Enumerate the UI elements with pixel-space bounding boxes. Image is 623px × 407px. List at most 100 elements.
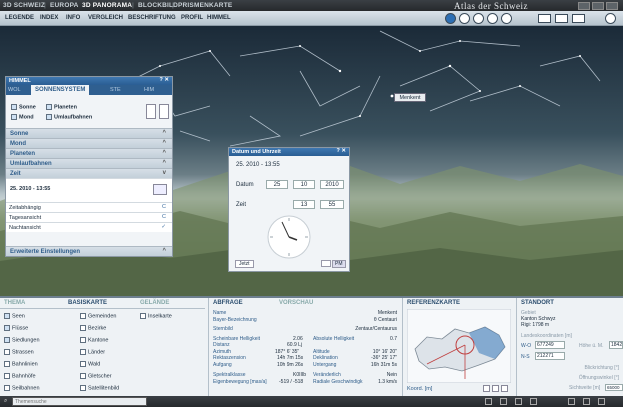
- tab-thema[interactable]: THEMA: [4, 300, 25, 306]
- print-icon[interactable]: [598, 398, 605, 405]
- menu-info[interactable]: INFO: [66, 15, 80, 21]
- calendar-icon[interactable]: [153, 184, 167, 195]
- landes-label: Landeskoordinaten [m]: [521, 333, 572, 339]
- check-wald[interactable]: Wald: [80, 361, 100, 367]
- menu-beschriftung[interactable]: BESCHRIFTUNG: [128, 15, 176, 21]
- section-zeit[interactable]: Zeit v: [6, 168, 172, 178]
- minimize-button[interactable]: [578, 2, 590, 10]
- minus-icon[interactable]: [492, 385, 499, 392]
- month-stepper[interactable]: 10: [293, 180, 315, 189]
- ns-field[interactable]: 212271: [535, 352, 565, 360]
- close-icon[interactable]: ? ✕: [337, 148, 347, 154]
- sicht-label: Sichtweite [m]: [569, 385, 601, 391]
- layout-icon[interactable]: [538, 14, 551, 23]
- year-stepper[interactable]: 2010: [320, 180, 344, 189]
- check-satellitenbild[interactable]: Satellitenbild: [80, 385, 119, 391]
- check-sonne[interactable]: Sonne: [11, 104, 36, 110]
- tab-prismenkarte[interactable]: PRISMENKARTE: [178, 2, 232, 9]
- menu-profil[interactable]: PROFIL: [181, 15, 203, 21]
- check-siedlungen[interactable]: Siedlungen: [4, 337, 40, 343]
- tab-himmel[interactable]: HIM: [144, 87, 154, 93]
- check-seen[interactable]: Seen: [4, 313, 25, 319]
- close-icon[interactable]: ? ✕: [160, 77, 170, 83]
- check-planeten[interactable]: Planeten: [46, 104, 77, 110]
- plus-icon[interactable]: [483, 385, 490, 392]
- datum-label: Datum: [236, 182, 254, 188]
- arrow-icon[interactable]: [159, 104, 169, 119]
- section-erweitert[interactable]: Erweiterte Einstellungen ^: [6, 246, 172, 256]
- section-sonne[interactable]: Sonne ^: [6, 128, 172, 138]
- hour-stepper[interactable]: 13: [293, 200, 315, 209]
- zoom-out-icon[interactable]: [473, 13, 484, 24]
- bookmark-icon[interactable]: [500, 398, 507, 405]
- ns-label: N-S: [521, 354, 530, 360]
- info-icon[interactable]: [583, 398, 590, 405]
- table-row: Bayer-Bezeichnung θ Centauri: [213, 316, 397, 323]
- home-icon[interactable]: [485, 398, 492, 405]
- reference-map[interactable]: [407, 309, 511, 383]
- export-icon[interactable]: [515, 398, 522, 405]
- check-inselkarte[interactable]: Inselkarte: [140, 313, 172, 319]
- minute-stepper[interactable]: 55: [320, 200, 344, 209]
- hoehe-field[interactable]: 1842: [609, 341, 623, 349]
- tab-gelaende[interactable]: GELÄNDE: [140, 300, 169, 306]
- row-zeitabhaengig[interactable]: Zeitabhängig C: [6, 202, 172, 212]
- check-bezirke[interactable]: Bezirke: [80, 325, 106, 331]
- row-nachtansicht[interactable]: Nachtansicht ✓: [6, 222, 172, 232]
- check-strassen[interactable]: Strassen: [4, 349, 34, 355]
- check-bahnhoefe[interactable]: Bahnhöfe: [4, 373, 36, 379]
- check-seilbahnen[interactable]: Seilbahnen: [4, 385, 40, 391]
- tab-vorschau[interactable]: VORSCHAU: [279, 300, 313, 306]
- check-mond[interactable]: Mond: [11, 114, 34, 120]
- jetzt-button[interactable]: Jetzt: [235, 260, 254, 268]
- check-umlaufbahnen[interactable]: Umlaufbahnen: [46, 114, 92, 120]
- check-gletscher[interactable]: Gletscher: [80, 373, 112, 379]
- check-kantone[interactable]: Kantone: [80, 337, 109, 343]
- hoehe-label: Höhe ü. M.: [579, 343, 604, 349]
- status-bar: ⌕: [0, 396, 623, 407]
- wo-field[interactable]: 677249: [535, 341, 565, 349]
- zoom-in-icon[interactable]: [459, 13, 470, 24]
- section-planeten[interactable]: Planeten ^: [6, 148, 172, 158]
- check-gemeinden[interactable]: Gemeinden: [80, 313, 116, 319]
- menu-himmel[interactable]: HIMMEL: [207, 15, 231, 21]
- check-bahnlinien[interactable]: Bahnlinien: [4, 361, 38, 367]
- tab-europa[interactable]: EUROPA: [50, 2, 79, 9]
- tab-abfrage[interactable]: ABFRAGE: [213, 300, 243, 306]
- check-laender[interactable]: Länder: [80, 349, 105, 355]
- am-toggle[interactable]: [321, 260, 331, 267]
- day-stepper[interactable]: 25: [266, 180, 288, 189]
- tab-wolken[interactable]: WOL: [8, 87, 21, 93]
- standort-title: STANDORT: [521, 300, 554, 306]
- settings-icon[interactable]: [530, 398, 537, 405]
- tab-3d-panorama[interactable]: 3D PANORAMA: [82, 2, 132, 9]
- star-label[interactable]: Menkent: [394, 93, 426, 102]
- referenzkarte-panel: REFERENZKARTE Koord. [m]: [402, 298, 514, 396]
- tab-sonnensystem[interactable]: SONNENSYSTEM: [31, 85, 90, 95]
- close-button[interactable]: [606, 2, 618, 10]
- play-icon[interactable]: [445, 13, 456, 24]
- table-row: Sternbild Zentaur/Centaurus: [213, 326, 397, 332]
- menu-vergleich[interactable]: VERGLEICH: [88, 15, 123, 21]
- window-icon[interactable]: [555, 14, 568, 23]
- menu-legende[interactable]: LEGENDE: [5, 15, 34, 21]
- maximize-button[interactable]: [592, 2, 604, 10]
- tab-basiskarte[interactable]: BASISKARTE: [68, 300, 107, 306]
- help-icon[interactable]: [568, 398, 575, 405]
- section-umlaufbahnen[interactable]: Umlaufbahnen ^: [6, 158, 172, 168]
- preview-icon[interactable]: [146, 104, 156, 119]
- rotate-icon[interactable]: [487, 13, 498, 24]
- reset-icon[interactable]: [501, 385, 508, 392]
- tab-3d-schweiz[interactable]: 3D SCHWEIZ: [3, 2, 45, 9]
- sound-icon[interactable]: [605, 13, 616, 24]
- tab-sterne[interactable]: STE: [110, 87, 121, 93]
- menu-index[interactable]: INDEX: [40, 15, 58, 21]
- section-mond[interactable]: Mond ^: [6, 138, 172, 148]
- row-tagesansicht[interactable]: Tagesansicht C: [6, 212, 172, 222]
- wo-label: W-O: [521, 343, 532, 349]
- pm-toggle[interactable]: PM: [332, 260, 346, 268]
- check-fluesse[interactable]: Flüsse: [4, 325, 28, 331]
- sicht-field[interactable]: 65000: [605, 384, 623, 391]
- fullscreen-icon[interactable]: [572, 14, 585, 23]
- print-icon[interactable]: [501, 13, 512, 24]
